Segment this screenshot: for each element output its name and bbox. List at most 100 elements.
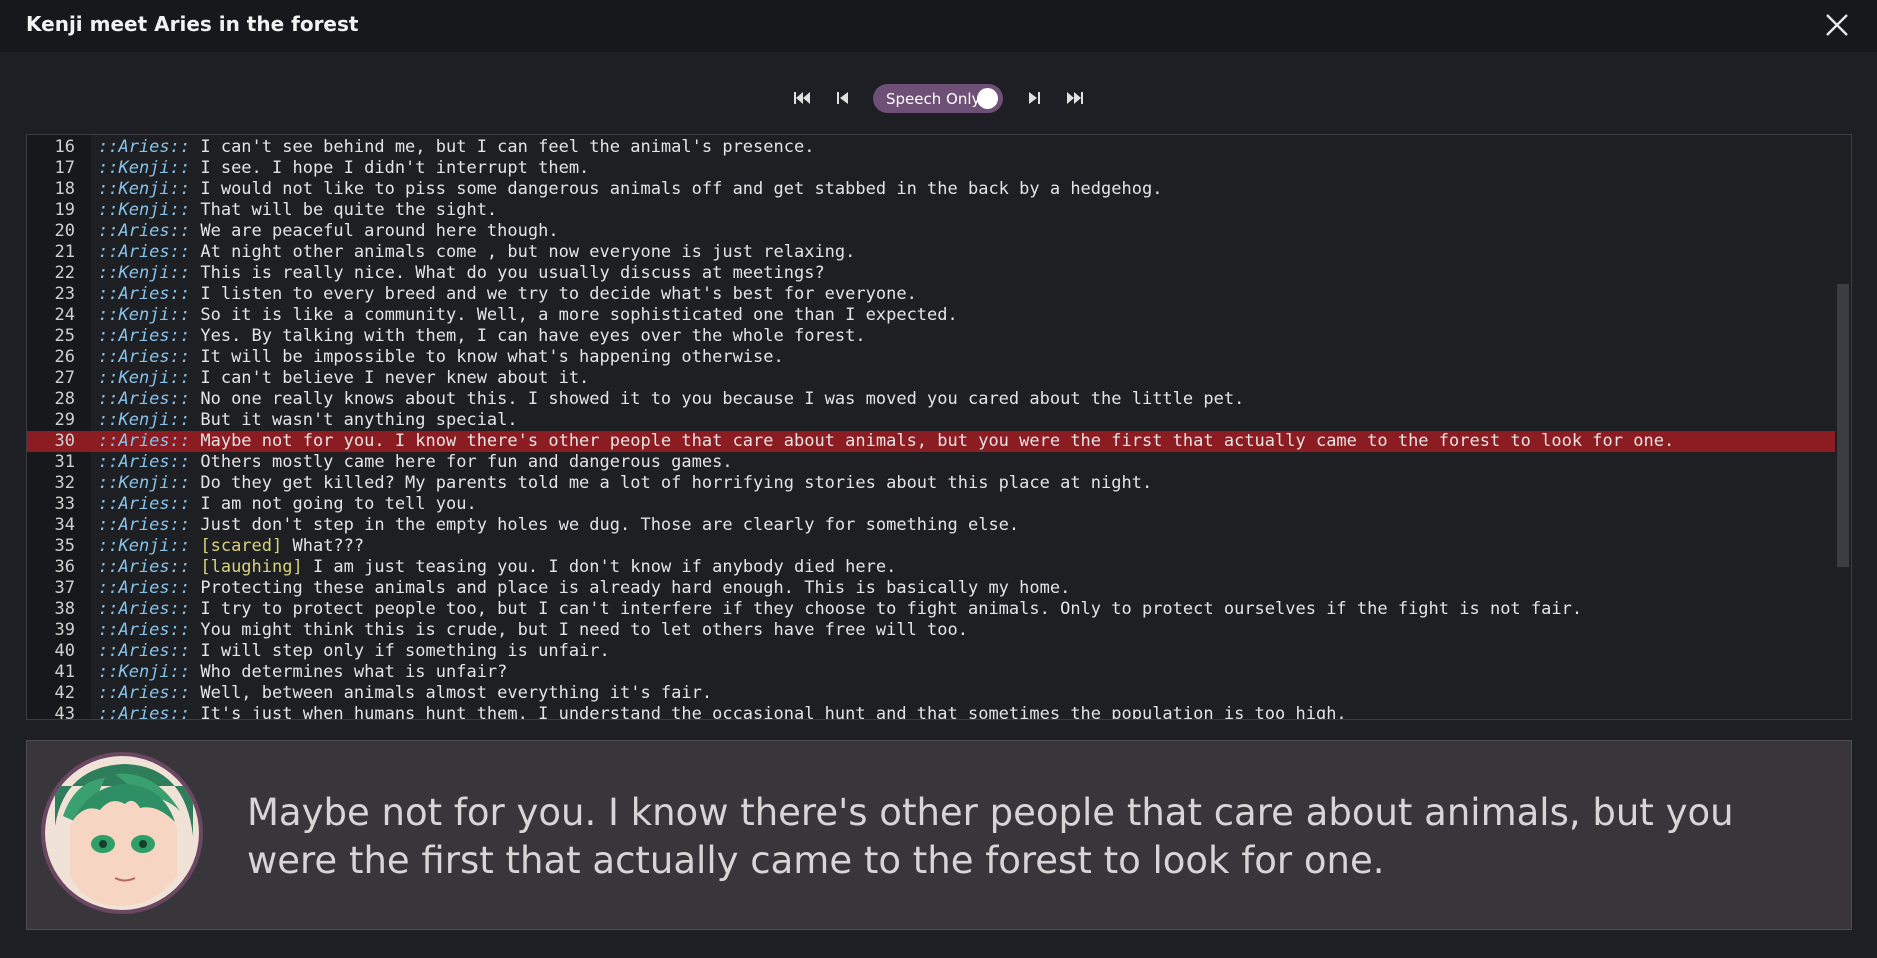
line-content: ::Aries:: [laughing] I am just teasing y… xyxy=(98,557,896,578)
close-icon[interactable] xyxy=(1822,10,1852,40)
script-line[interactable]: 42::Aries:: Well, between animals almost… xyxy=(27,683,1835,704)
speech-only-toggle[interactable]: Speech Only xyxy=(873,84,1003,113)
speaker-tag: ::Aries:: xyxy=(98,641,191,661)
speech-only-label: Speech Only xyxy=(886,90,981,108)
script-line[interactable]: 38::Aries:: I try to protect people too,… xyxy=(27,599,1835,620)
line-text: What??? xyxy=(282,536,365,556)
skip-to-end-icon[interactable] xyxy=(1065,89,1085,107)
line-content: ::Aries:: Maybe not for you. I know ther… xyxy=(98,431,1674,452)
skip-to-start-icon[interactable] xyxy=(792,89,812,107)
emotion-tag: [laughing] xyxy=(190,557,303,577)
line-content: ::Aries:: We are peaceful around here th… xyxy=(98,221,559,242)
line-text: But it wasn't anything special. xyxy=(190,410,518,430)
line-content: ::Aries:: Just don't step in the empty h… xyxy=(98,515,1019,536)
speaker-tag: ::Aries:: xyxy=(98,137,191,157)
speaker-tag: ::Kenji:: xyxy=(98,158,191,178)
script-line[interactable]: 23::Aries:: I listen to every breed and … xyxy=(27,284,1835,305)
line-content: ::Aries:: I try to protect people too, b… xyxy=(98,599,1582,620)
line-content: ::Aries:: I am not going to tell you. xyxy=(98,494,477,515)
script-line[interactable]: 18::Kenji:: I would not like to piss som… xyxy=(27,179,1835,200)
speaker-tag: ::Aries:: xyxy=(98,683,191,703)
script-line[interactable]: 27::Kenji:: I can't believe I never knew… xyxy=(27,368,1835,389)
speaker-tag: ::Aries:: xyxy=(98,620,191,640)
line-text: Others mostly came here for fun and dang… xyxy=(190,452,733,472)
line-content: ::Aries:: No one really knows about this… xyxy=(98,389,1244,410)
toggle-knob xyxy=(977,88,998,109)
line-text: So it is like a community. Well, a more … xyxy=(190,305,958,325)
step-back-icon[interactable] xyxy=(833,89,853,107)
line-text: That will be quite the sight. xyxy=(190,200,498,220)
line-text: This is really nice. What do you usually… xyxy=(190,263,825,283)
speaker-tag: ::Aries:: xyxy=(98,326,191,346)
speaker-tag: ::Aries:: xyxy=(98,221,191,241)
script-line[interactable]: 22::Kenji:: This is really nice. What do… xyxy=(27,263,1835,284)
line-content: ::Aries:: Well, between animals almost e… xyxy=(98,683,712,704)
script-line[interactable]: 17::Kenji:: I see. I hope I didn't inter… xyxy=(27,158,1835,179)
script-line[interactable]: 21::Aries:: At night other animals come … xyxy=(27,242,1835,263)
script-line[interactable]: 36::Aries:: [laughing] I am just teasing… xyxy=(27,557,1835,578)
script-line[interactable]: 34::Aries:: Just don't step in the empty… xyxy=(27,515,1835,536)
speaker-tag: ::Aries:: xyxy=(98,494,191,514)
script-line[interactable]: 35::Kenji:: [scared] What??? xyxy=(27,536,1835,557)
script-line[interactable]: 32::Kenji:: Do they get killed? My paren… xyxy=(27,473,1835,494)
script-line[interactable]: 29::Kenji:: But it wasn't anything speci… xyxy=(27,410,1835,431)
line-number: 27 xyxy=(54,368,75,388)
line-number: 36 xyxy=(54,557,75,577)
line-text: I am not going to tell you. xyxy=(190,494,477,514)
line-text: Who determines what is unfair? xyxy=(190,662,508,682)
line-number: 23 xyxy=(54,284,75,304)
script-editor[interactable]: 16::Aries:: I can't see behind me, but I… xyxy=(26,134,1852,720)
line-content: ::Aries:: It's just when humans hunt the… xyxy=(98,704,1347,720)
dialog-text: Maybe not for you. I know there's other … xyxy=(247,791,1734,882)
script-line[interactable]: 37::Aries:: Protecting these animals and… xyxy=(27,578,1835,599)
speaker-tag: ::Aries:: xyxy=(98,578,191,598)
line-content: ::Kenji:: [scared] What??? xyxy=(98,536,364,557)
script-line[interactable]: 39::Aries:: You might think this is crud… xyxy=(27,620,1835,641)
speaker-tag: ::Kenji:: xyxy=(98,473,191,493)
script-line[interactable]: 40::Aries:: I will step only if somethin… xyxy=(27,641,1835,662)
line-number: 32 xyxy=(54,473,75,493)
speaker-tag: ::Kenji:: xyxy=(98,368,191,388)
speaker-tag: ::Kenji:: xyxy=(98,305,191,325)
line-number: 22 xyxy=(54,263,75,283)
line-content: ::Kenji:: So it is like a community. Wel… xyxy=(98,305,958,326)
speaker-tag: ::Kenji:: xyxy=(98,662,191,682)
script-line[interactable]: 30::Aries:: Maybe not for you. I know th… xyxy=(27,431,1835,452)
line-number: 25 xyxy=(54,326,75,346)
step-forward-icon[interactable] xyxy=(1024,89,1044,107)
line-text: We are peaceful around here though. xyxy=(190,221,559,241)
line-number: 20 xyxy=(54,221,75,241)
line-number: 17 xyxy=(54,158,75,178)
line-number: 42 xyxy=(54,683,75,703)
script-line[interactable]: 19::Kenji:: That will be quite the sight… xyxy=(27,200,1835,221)
line-number: 38 xyxy=(54,599,75,619)
line-number: 40 xyxy=(54,641,75,661)
script-line[interactable]: 43::Aries:: It's just when humans hunt t… xyxy=(27,704,1835,720)
line-content: ::Kenji:: Who determines what is unfair? xyxy=(98,662,507,683)
speaker-tag: ::Aries:: xyxy=(98,599,191,619)
line-text: I can't believe I never knew about it. xyxy=(190,368,590,388)
script-line[interactable]: 24::Kenji:: So it is like a community. W… xyxy=(27,305,1835,326)
script-line[interactable]: 41::Kenji:: Who determines what is unfai… xyxy=(27,662,1835,683)
script-line[interactable]: 31::Aries:: Others mostly came here for … xyxy=(27,452,1835,473)
line-text: Protecting these animals and place is al… xyxy=(190,578,1071,598)
line-content: ::Aries:: Protecting these animals and p… xyxy=(98,578,1070,599)
line-text: Do they get killed? My parents told me a… xyxy=(190,473,1153,493)
line-text: Well, between animals almost everything … xyxy=(190,683,713,703)
line-number: 16 xyxy=(54,137,75,157)
script-line[interactable]: 16::Aries:: I can't see behind me, but I… xyxy=(27,137,1835,158)
script-line[interactable]: 28::Aries:: No one really knows about th… xyxy=(27,389,1835,410)
line-text: You might think this is crude, but I nee… xyxy=(190,620,968,640)
line-content: ::Aries:: I can't see behind me, but I c… xyxy=(98,137,814,158)
script-line[interactable]: 20::Aries:: We are peaceful around here … xyxy=(27,221,1835,242)
script-line[interactable]: 26::Aries:: It will be impossible to kno… xyxy=(27,347,1835,368)
script-line[interactable]: 25::Aries:: Yes. By talking with them, I… xyxy=(27,326,1835,347)
script-line[interactable]: 33::Aries:: I am not going to tell you. xyxy=(27,494,1835,515)
line-text: It's just when humans hunt them. I under… xyxy=(190,704,1347,720)
speaker-tag: ::Aries:: xyxy=(98,284,191,304)
line-text: Maybe not for you. I know there's other … xyxy=(190,431,1675,451)
line-number: 31 xyxy=(54,452,75,472)
scrollbar-thumb[interactable] xyxy=(1837,284,1849,567)
speaker-tag: ::Aries:: xyxy=(98,704,191,720)
emotion-tag: [scared] xyxy=(190,536,283,556)
